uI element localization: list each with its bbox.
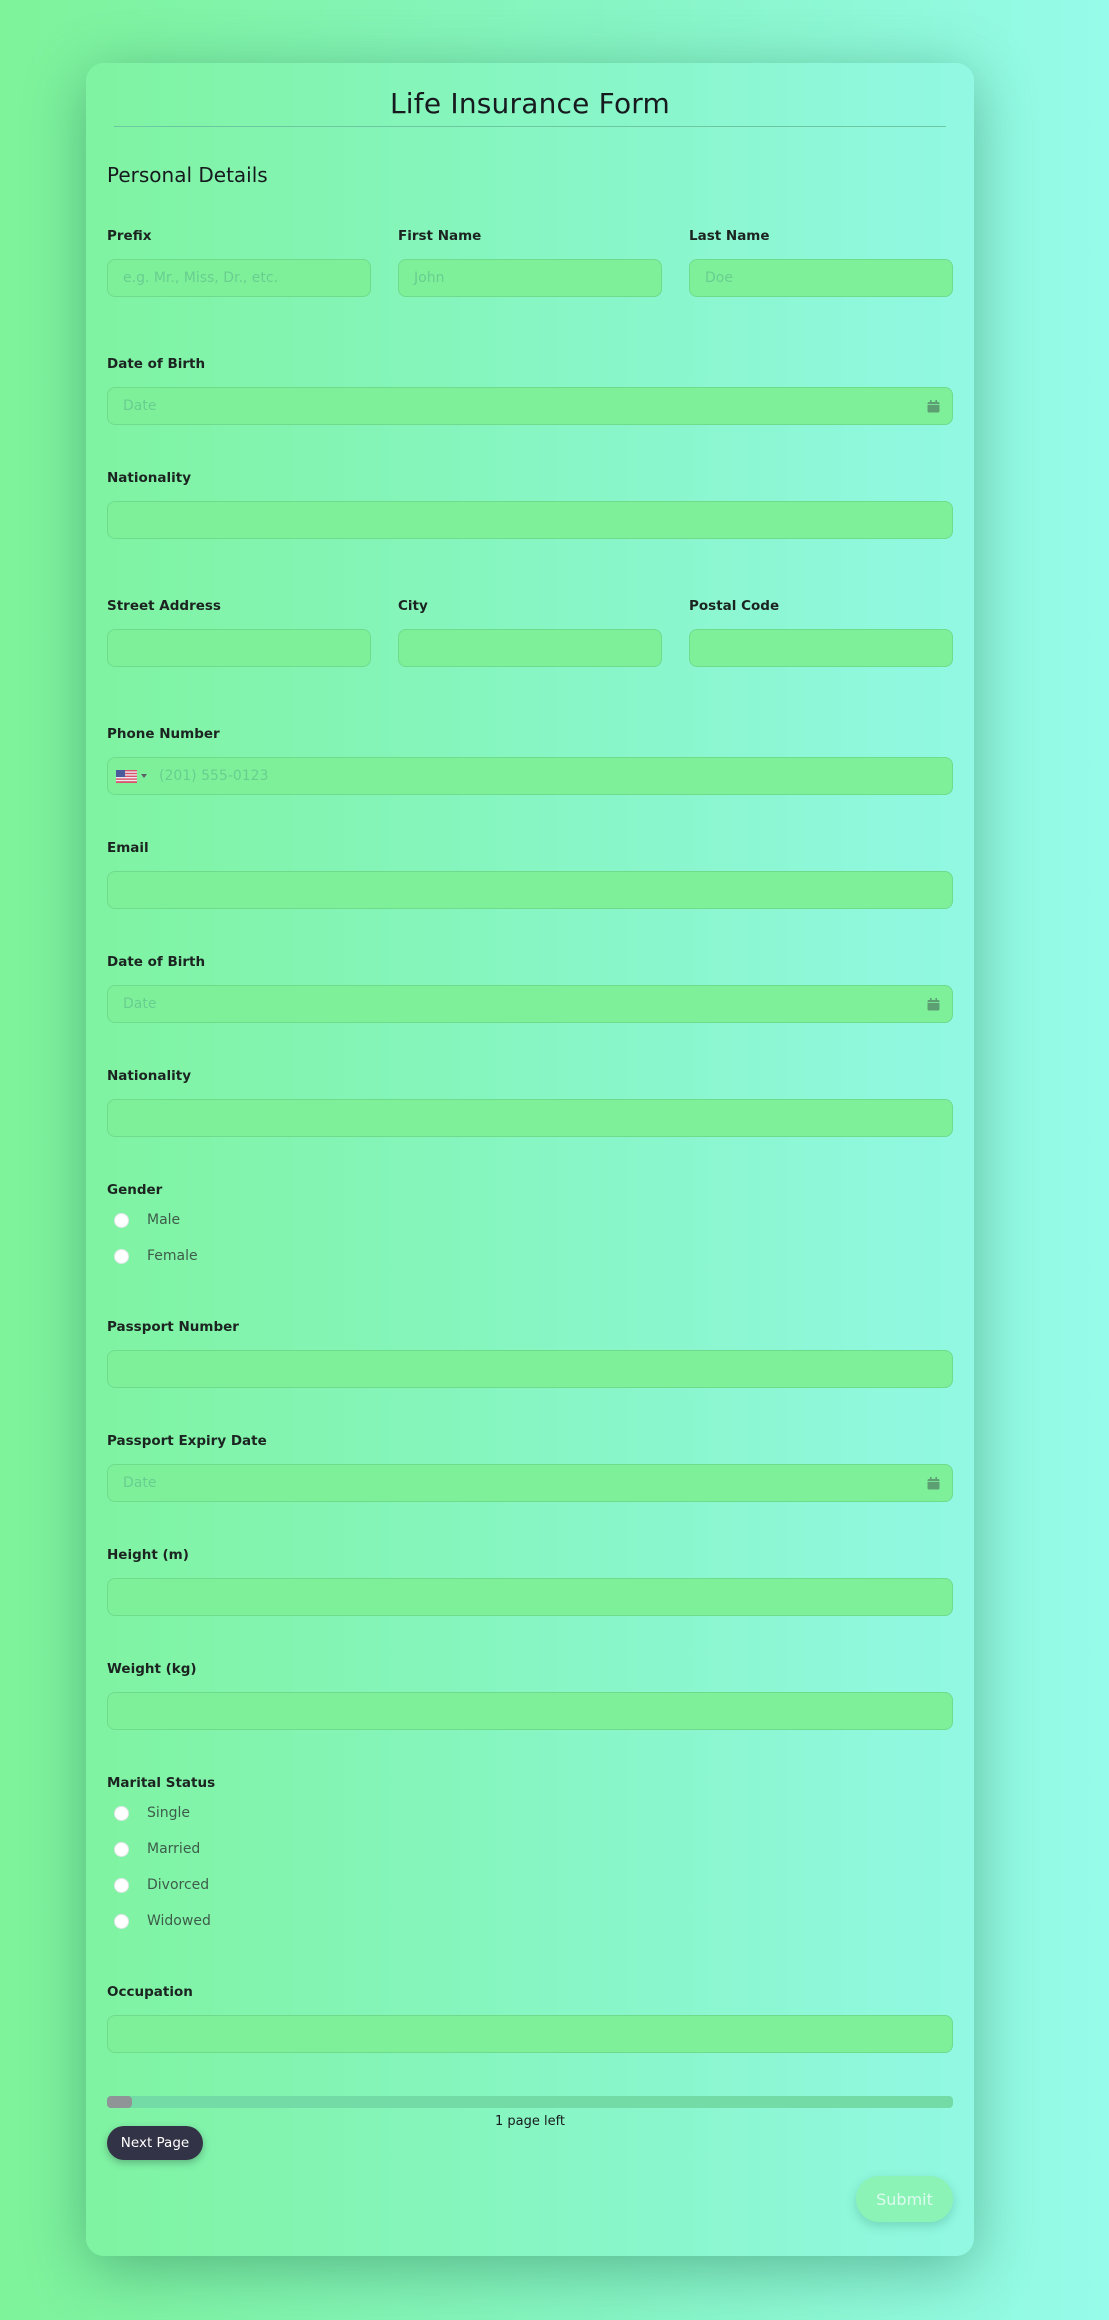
- passport-expiry-label: Passport Expiry Date: [107, 1433, 267, 1449]
- radio-label: Male: [147, 1212, 181, 1228]
- dob-input[interactable]: Date: [107, 387, 953, 425]
- prefix-placeholder: e.g. Mr., Miss, Dr., etc.: [123, 270, 279, 286]
- radio-button[interactable]: [114, 1913, 129, 1929]
- weight-input[interactable]: [107, 1692, 953, 1730]
- city-field: City: [398, 596, 662, 667]
- street-address-input[interactable]: [107, 629, 371, 667]
- radio-button[interactable]: [114, 1841, 129, 1857]
- passport-expiry-input[interactable]: Date: [107, 1464, 953, 1502]
- marital-option-married[interactable]: Married: [107, 1831, 953, 1867]
- section-heading: Personal Details: [107, 163, 268, 187]
- nationality-input[interactable]: [107, 501, 953, 539]
- phone-input[interactable]: (201) 555-0123: [107, 757, 953, 795]
- last-name-placeholder: Doe: [705, 270, 733, 286]
- submit-button[interactable]: Submit: [856, 2176, 953, 2222]
- postal-code-label: Postal Code: [689, 598, 780, 614]
- occupation-field: Occupation: [107, 1982, 953, 2053]
- chevron-down-icon[interactable]: [141, 774, 147, 778]
- marital-status-options: Single Married Divorced Widowed: [107, 1795, 953, 1939]
- radio-label: Female: [147, 1248, 198, 1264]
- city-input[interactable]: [398, 629, 662, 667]
- street-address-field: Street Address: [107, 596, 371, 667]
- first-name-field: First Name John: [398, 226, 662, 297]
- nationality-field: Nationality: [107, 468, 953, 539]
- calendar-icon[interactable]: [927, 1477, 940, 1490]
- phone-field: Phone Number (201) 555-0123: [107, 724, 953, 795]
- email-input[interactable]: [107, 871, 953, 909]
- gender-options: Male Female: [107, 1202, 953, 1274]
- gender-option-female[interactable]: Female: [107, 1238, 953, 1274]
- phone-label: Phone Number: [107, 726, 220, 742]
- passport-number-field: Passport Number: [107, 1317, 953, 1388]
- progress-text: 1 page left: [494, 2114, 566, 2129]
- first-name-input[interactable]: John: [398, 259, 662, 297]
- dob-placeholder-2: Date: [123, 996, 157, 1012]
- passport-expiry-placeholder: Date: [123, 1475, 157, 1491]
- prefix-input[interactable]: e.g. Mr., Miss, Dr., etc.: [107, 259, 371, 297]
- first-name-label: First Name: [398, 228, 482, 244]
- radio-button[interactable]: [114, 1248, 129, 1264]
- passport-expiry-field: Passport Expiry Date Date: [107, 1431, 953, 1502]
- next-page-button[interactable]: Next Page: [107, 2126, 203, 2160]
- postal-code-field: Postal Code: [689, 596, 953, 667]
- radio-label: Divorced: [147, 1877, 210, 1893]
- occupation-label: Occupation: [107, 1984, 193, 2000]
- marital-option-widowed[interactable]: Widowed: [107, 1903, 953, 1939]
- progress-fill: [107, 2096, 133, 2108]
- radio-label: Married: [147, 1841, 201, 1857]
- title-divider: [114, 126, 946, 127]
- nationality-field-2: Nationality: [107, 1066, 953, 1137]
- email-field: Email: [107, 838, 953, 909]
- dob-field-2: Date of Birth Date: [107, 952, 953, 1023]
- dob-label-2: Date of Birth: [107, 954, 206, 970]
- radio-label: Single: [147, 1805, 191, 1821]
- gender-option-male[interactable]: Male: [107, 1202, 953, 1238]
- form-title: Life Insurance Form: [390, 87, 670, 120]
- dob-field: Date of Birth Date: [107, 354, 953, 425]
- nationality-input-2[interactable]: [107, 1099, 953, 1137]
- dob-input-2[interactable]: Date: [107, 985, 953, 1023]
- radio-button[interactable]: [114, 1877, 129, 1893]
- us-flag-icon[interactable]: [116, 769, 137, 783]
- weight-label: Weight (kg): [107, 1661, 197, 1677]
- prefix-label: Prefix: [107, 228, 152, 244]
- nationality-label: Nationality: [107, 470, 191, 486]
- dob-placeholder: Date: [123, 398, 157, 414]
- postal-code-input[interactable]: [689, 629, 953, 667]
- calendar-icon[interactable]: [927, 998, 940, 1011]
- last-name-field: Last Name Doe: [689, 226, 953, 297]
- last-name-label: Last Name: [689, 228, 770, 244]
- street-address-label: Street Address: [107, 598, 221, 614]
- radio-label: Widowed: [147, 1913, 211, 1929]
- radio-button[interactable]: [114, 1212, 129, 1228]
- calendar-icon[interactable]: [927, 400, 940, 413]
- passport-number-label: Passport Number: [107, 1319, 239, 1335]
- occupation-input[interactable]: [107, 2015, 953, 2053]
- height-label: Height (m): [107, 1547, 189, 1563]
- email-label: Email: [107, 840, 149, 856]
- nationality-label-2: Nationality: [107, 1068, 191, 1084]
- height-field: Height (m): [107, 1545, 953, 1616]
- marital-option-single[interactable]: Single: [107, 1795, 953, 1831]
- phone-placeholder: (201) 555-0123: [159, 768, 269, 784]
- city-label: City: [398, 598, 428, 614]
- prefix-field: Prefix e.g. Mr., Miss, Dr., etc.: [107, 226, 371, 297]
- height-input[interactable]: [107, 1578, 953, 1616]
- gender-label: Gender: [107, 1182, 163, 1198]
- marital-status-label: Marital Status: [107, 1775, 216, 1791]
- gender-field: Gender Male Female: [107, 1180, 953, 1274]
- last-name-input[interactable]: Doe: [689, 259, 953, 297]
- weight-field: Weight (kg): [107, 1659, 953, 1730]
- passport-number-input[interactable]: [107, 1350, 953, 1388]
- first-name-placeholder: John: [414, 270, 445, 286]
- dob-label: Date of Birth: [107, 356, 206, 372]
- marital-option-divorced[interactable]: Divorced: [107, 1867, 953, 1903]
- progress-bar: [107, 2096, 953, 2108]
- form-card: Life Insurance Form Personal Details Pre…: [86, 63, 974, 2256]
- radio-button[interactable]: [114, 1805, 129, 1821]
- marital-status-field: Marital Status Single Married Divorced W…: [107, 1773, 953, 1939]
